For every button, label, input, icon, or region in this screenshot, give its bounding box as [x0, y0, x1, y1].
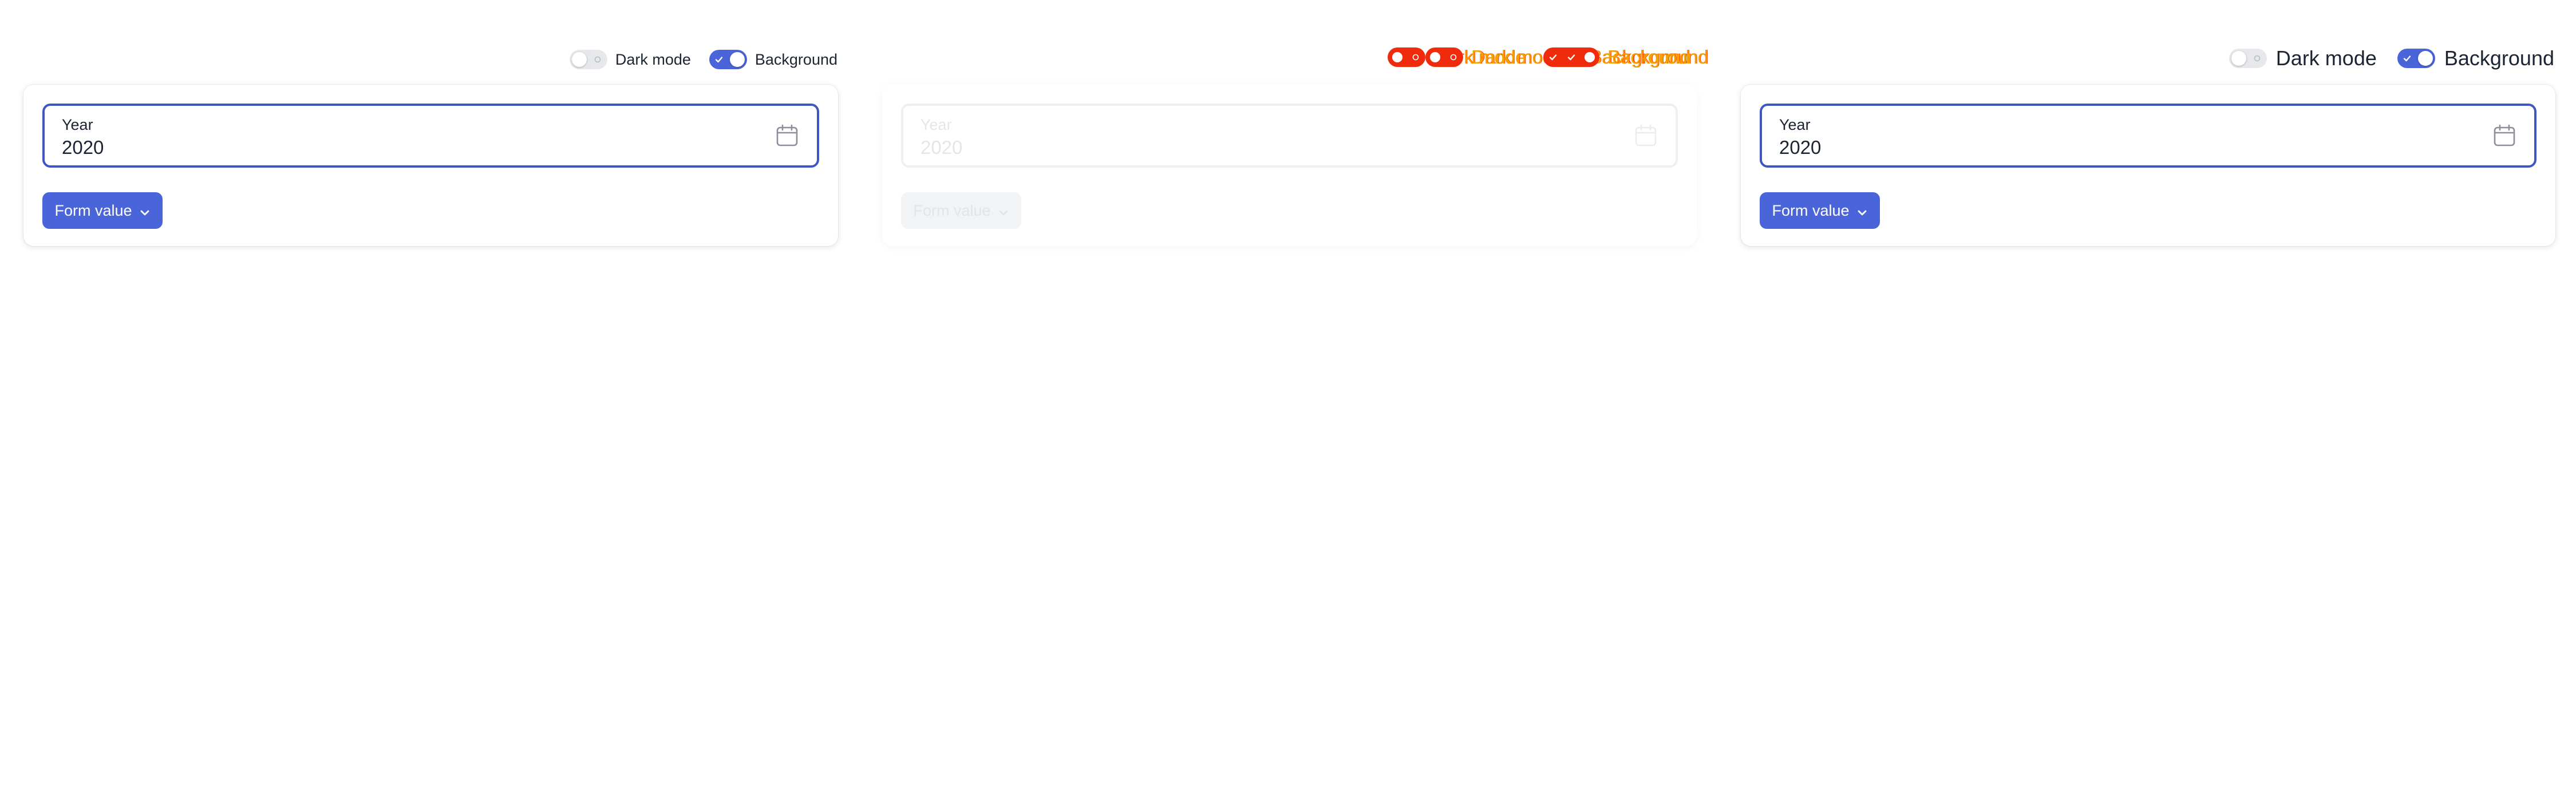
calendar-icon[interactable] [775, 123, 800, 148]
chevron-down-icon [1856, 205, 1868, 216]
toggle-bar: Dark mode Background [1717, 43, 2576, 73]
background-switch[interactable] [709, 50, 747, 69]
dark-mode-toggle[interactable]: Dark mode [2229, 46, 2377, 70]
year-picker-field[interactable]: Year 2020 [42, 104, 819, 168]
switch-knob [1428, 50, 1442, 64]
form-value-button[interactable]: Form value [42, 192, 163, 229]
year-field-value[interactable]: 2020 [62, 137, 104, 158]
background-label: Background [2444, 46, 2554, 70]
form-value-label: Form value [54, 201, 132, 219]
check-icon [1546, 50, 1560, 65]
year-field-value[interactable]: 2020 [920, 137, 962, 158]
circle-icon [1408, 50, 1423, 65]
check-icon [1564, 50, 1579, 65]
toggle-bar: Dark mode Background [0, 48, 859, 71]
background-label: Background [754, 50, 837, 68]
check-icon [712, 52, 726, 67]
preview-panel-light: Dark mode Background Year 2020 Form valu… [0, 0, 859, 801]
toggle-bar-ghost-4: Background [1562, 45, 1708, 70]
dark-mode-switch[interactable] [1425, 47, 1463, 67]
background-toggle[interactable]: Background [1562, 46, 1708, 68]
switch-knob [571, 52, 587, 67]
switch-knob [1390, 50, 1404, 64]
circle-icon [1446, 50, 1461, 65]
preview-panel-faded: Dark mode Dark mode Background Backgroun… [859, 0, 1717, 801]
form-value-label: Form value [1772, 201, 1850, 219]
switch-knob [1583, 50, 1597, 64]
year-field-label: Year [1779, 116, 1811, 133]
calendar-icon[interactable] [1633, 123, 1658, 148]
check-icon [2400, 51, 2415, 66]
circle-icon [2250, 51, 2265, 66]
dark-mode-label: Dark mode [615, 50, 691, 68]
form-value-button[interactable]: Form value [1760, 192, 1880, 229]
form-card: Year 2020 Form value [23, 85, 838, 246]
calendar-icon[interactable] [2492, 123, 2517, 148]
circle-icon [590, 52, 605, 67]
year-field-label: Year [62, 116, 93, 133]
dark-mode-switch[interactable] [569, 50, 607, 69]
dark-mode-label: Dark mode [2275, 46, 2377, 70]
background-switch[interactable] [1562, 47, 1599, 67]
form-value-label: Form value [913, 201, 991, 219]
background-toggle[interactable]: Background [2397, 46, 2554, 70]
chevron-down-icon [998, 205, 1009, 216]
preview-panel-large: Dark mode Background Year 2020 Form valu… [1717, 0, 2576, 801]
form-value-button[interactable]: Form value [901, 192, 1021, 229]
year-picker-field[interactable]: Year 2020 [901, 104, 1678, 168]
chevron-down-icon [139, 205, 151, 216]
dark-mode-switch[interactable] [1388, 47, 1425, 67]
year-field-value[interactable]: 2020 [1779, 137, 1821, 158]
form-card: Year 2020 Form value [1741, 85, 2555, 246]
switch-knob [729, 52, 745, 67]
switch-knob [2231, 51, 2246, 66]
switch-knob [2417, 51, 2433, 66]
background-toggle[interactable]: Background [709, 50, 837, 69]
dark-mode-switch[interactable] [2229, 49, 2267, 68]
background-label: Background [1607, 46, 1709, 68]
dark-mode-toggle[interactable]: Dark mode [569, 50, 691, 69]
year-field-label: Year [920, 116, 952, 133]
background-switch[interactable] [2397, 49, 2435, 68]
form-card: Year 2020 Form value [882, 85, 1697, 246]
year-picker-field[interactable]: Year 2020 [1760, 104, 2537, 168]
